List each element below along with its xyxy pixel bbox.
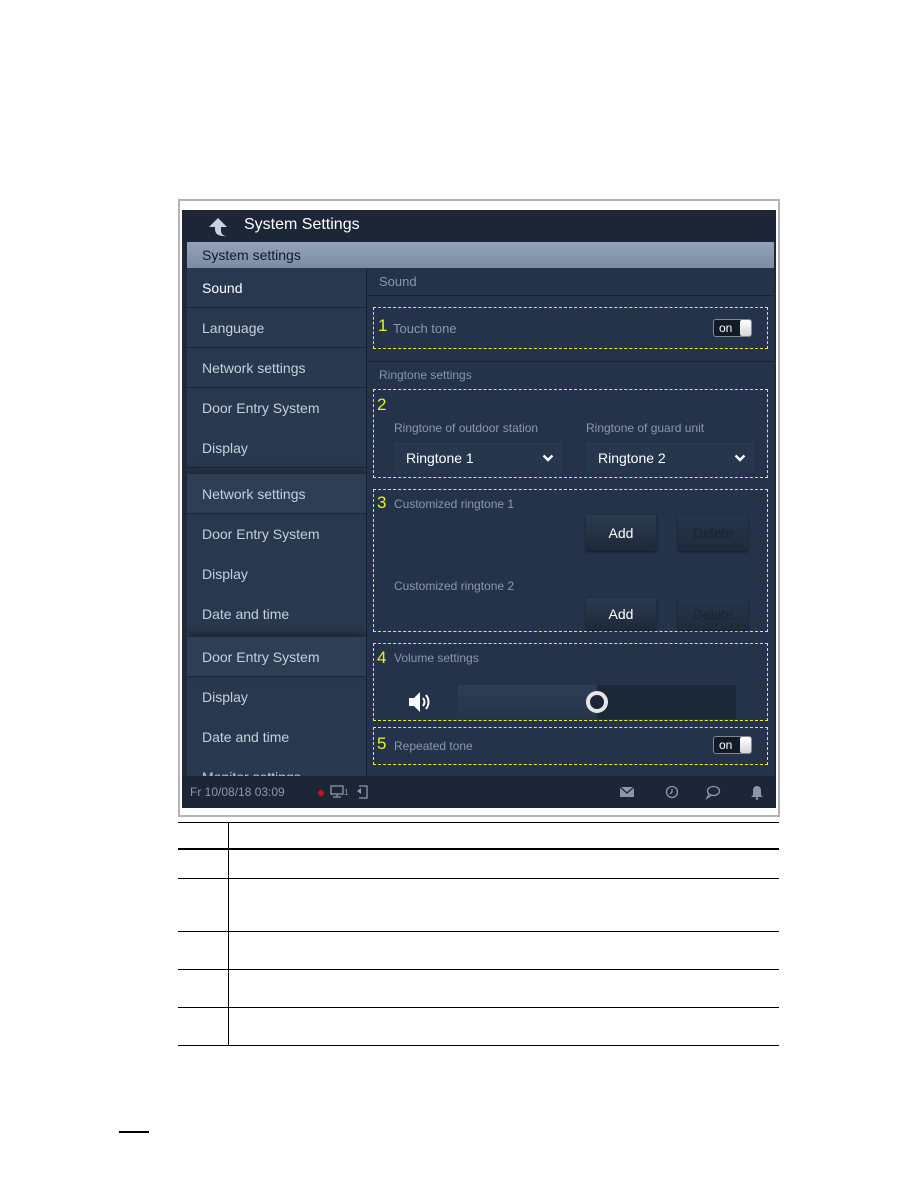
table-cell (228, 969, 779, 1008)
title-bar: System Settings (182, 210, 776, 242)
table-cell (178, 848, 229, 879)
bell-icon[interactable] (749, 784, 765, 800)
outdoor-ringtone-dropdown[interactable]: Ringtone 1 (394, 443, 562, 473)
outdoor-ringtone-value: Ringtone 1 (406, 450, 474, 466)
device-screen: System Settings System settings Sound La… (182, 210, 776, 808)
sidebar-item-date-and-time[interactable]: Date and time (187, 717, 366, 757)
sidebar-item-monitor-settings[interactable]: Monitor settings (187, 757, 366, 776)
table-row (178, 878, 779, 932)
page-title: System Settings (244, 216, 360, 233)
sidebar-item-network-settings[interactable]: Network settings (187, 474, 366, 514)
back-arrow-icon[interactable] (208, 217, 228, 237)
record-dot-icon (318, 790, 324, 796)
table-row (178, 848, 779, 879)
table-cell (228, 878, 779, 932)
marker-2: 2 (377, 395, 387, 414)
toggle-knob (740, 737, 751, 753)
exit-icon[interactable] (354, 784, 370, 800)
screenshot-frame: System Settings System settings Sound La… (178, 199, 780, 817)
table-cell (178, 878, 229, 932)
guard-ringtone-label: Ringtone of guard unit (586, 421, 705, 435)
delete-ringtone-1-button[interactable]: Delete (678, 515, 748, 551)
marker-1: 1 (378, 316, 388, 335)
repeated-tone-label: Repeated tone (394, 739, 473, 753)
volume-slider-knob[interactable] (586, 691, 608, 713)
sidebar-item-language[interactable]: Language (187, 308, 366, 348)
table-row (178, 969, 779, 1008)
table-cell (178, 1007, 229, 1046)
section-header: System settings (187, 242, 774, 268)
message-icon[interactable] (705, 784, 721, 800)
status-bar: Fr 10/08/18 03:09 1 (182, 776, 776, 808)
volume-slider-fill (458, 685, 597, 719)
sidebar: Sound Language Network settings Door Ent… (187, 268, 366, 776)
volume-slider[interactable] (458, 685, 736, 719)
sidebar-item-sound[interactable]: Sound (187, 268, 366, 308)
table-cell (228, 822, 779, 850)
guard-ringtone-dropdown[interactable]: Ringtone 2 (586, 443, 754, 473)
mail-icon[interactable] (619, 784, 635, 800)
table-header-row (178, 822, 779, 850)
table-cell (228, 848, 779, 879)
sidebar-item-network-settings[interactable]: Network settings (187, 348, 366, 388)
page-footer-rule (119, 1131, 149, 1133)
add-ringtone-2-button[interactable]: Add (586, 598, 656, 630)
sidebar-item-door-entry-system[interactable]: Door Entry System (187, 388, 366, 428)
sidebar-item-door-entry-system[interactable]: Door Entry System (187, 637, 366, 677)
table-row (178, 1007, 779, 1046)
toggle-knob (740, 320, 751, 336)
add-ringtone-1-button[interactable]: Add (586, 515, 656, 551)
content-header: Sound (367, 268, 774, 296)
marker-3: 3 (377, 493, 387, 512)
sidebar-item-display[interactable]: Display (187, 428, 366, 468)
sidebar-item-door-entry-system[interactable]: Door Entry System (187, 514, 366, 554)
guard-ringtone-value: Ringtone 2 (598, 450, 666, 466)
sound-settings-panel: Sound 1 Touch tone on Ringtone settings … (367, 268, 774, 776)
monitor-count: 1 (344, 788, 349, 797)
chevron-down-icon (734, 454, 746, 462)
touch-tone-label: Touch tone (393, 321, 457, 336)
table-cell (178, 931, 229, 970)
custom-ringtone-2-label: Customized ringtone 2 (394, 579, 515, 593)
sidebar-item-display[interactable]: Display (187, 677, 366, 717)
table-cell (178, 822, 229, 850)
repeated-tone-toggle-state: on (719, 738, 733, 752)
marker-5: 5 (377, 734, 387, 753)
speaker-icon (409, 692, 430, 712)
marker-4: 4 (377, 648, 387, 667)
volume-settings-label: Volume settings (394, 651, 479, 665)
ringtone-settings-header: Ringtone settings (367, 361, 774, 387)
chevron-down-icon (542, 454, 554, 462)
table-cell (228, 931, 779, 970)
touch-tone-toggle[interactable]: on (713, 319, 752, 337)
repeated-tone-toggle[interactable]: on (713, 736, 752, 754)
history-icon[interactable] (664, 784, 680, 800)
table-cell (228, 1007, 779, 1046)
description-table (178, 822, 779, 1046)
outdoor-ringtone-label: Ringtone of outdoor station (394, 421, 539, 435)
sidebar-item-date-and-time[interactable]: Date and time (187, 594, 366, 634)
delete-ringtone-2-button[interactable]: Delete (678, 598, 748, 630)
custom-ringtone-1-label: Customized ringtone 1 (394, 497, 515, 511)
table-cell (178, 969, 229, 1008)
date-time: Fr 10/08/18 03:09 (190, 785, 285, 799)
touch-tone-toggle-state: on (719, 321, 733, 335)
table-row (178, 931, 779, 970)
sidebar-item-display[interactable]: Display (187, 554, 366, 594)
